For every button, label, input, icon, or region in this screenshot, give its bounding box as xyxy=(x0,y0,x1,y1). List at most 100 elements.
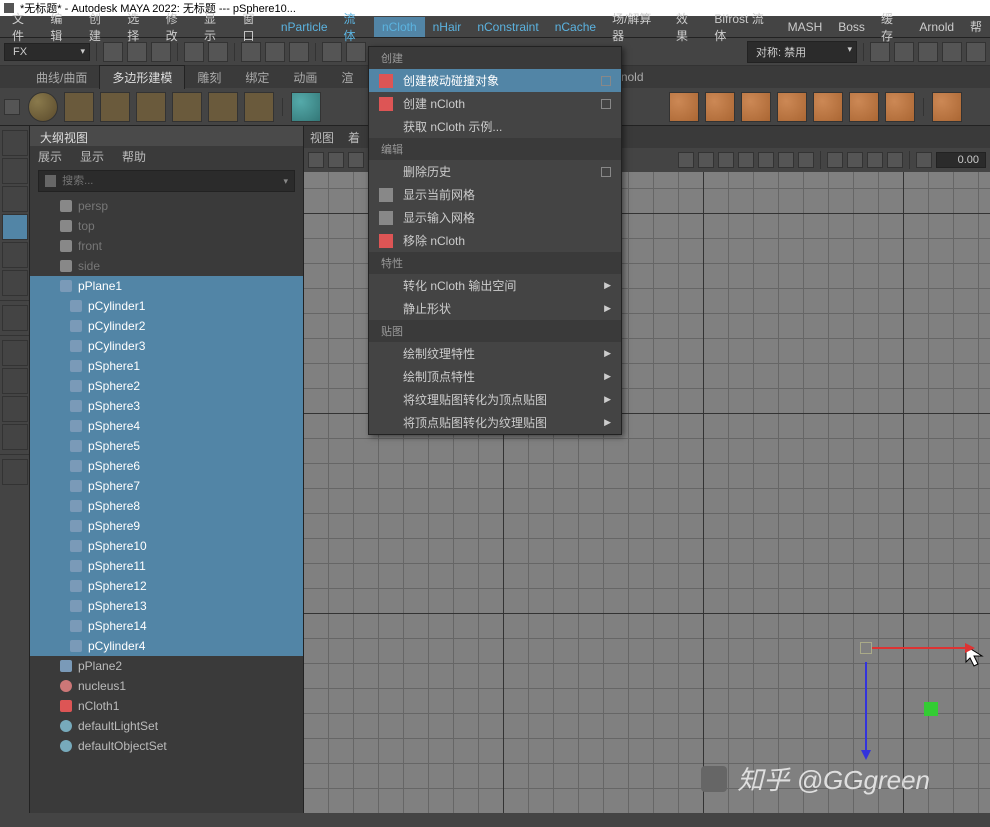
shelf-tab-1[interactable]: 多边形建模 xyxy=(99,65,185,89)
menu-选择[interactable]: 选择 xyxy=(119,7,157,47)
hypershade-icon[interactable] xyxy=(942,42,962,62)
menu-Boss[interactable]: Boss xyxy=(830,17,873,37)
lights-icon[interactable] xyxy=(778,152,794,168)
workspace-dropdown[interactable]: FX xyxy=(4,43,90,61)
render-settings-icon[interactable] xyxy=(918,42,938,62)
option-box-icon[interactable] xyxy=(601,99,611,109)
gizmo-z-handle[interactable] xyxy=(924,702,938,716)
layout-four-icon[interactable] xyxy=(2,368,28,394)
snap-grid-icon[interactable] xyxy=(322,42,342,62)
open-scene-icon[interactable] xyxy=(127,42,147,62)
outliner-item-pPlane2[interactable]: pPlane2 xyxy=(30,656,303,676)
menu-item-创建 nCloth[interactable]: 创建 nCloth xyxy=(369,92,621,115)
menu-MASH[interactable]: MASH xyxy=(780,17,831,37)
outliner-item-persp[interactable]: persp xyxy=(30,196,303,216)
menu-编辑[interactable]: 编辑 xyxy=(42,7,80,47)
shelf-icon[interactable] xyxy=(705,92,735,122)
viewport-menu-视图[interactable]: 视图 xyxy=(310,129,334,146)
outliner-item-pCylinder2[interactable]: pCylinder2 xyxy=(30,316,303,336)
menu-item-转化 nCloth 输出空间[interactable]: 转化 nCloth 输出空间▶ xyxy=(369,274,621,297)
menu-帮[interactable]: 帮 xyxy=(962,15,990,38)
outliner-item-defaultLightSet[interactable]: defaultLightSet xyxy=(30,716,303,736)
menu-文件[interactable]: 文件 xyxy=(4,7,42,47)
textured-icon[interactable] xyxy=(758,152,774,168)
shelf-tab-2[interactable]: 雕刻 xyxy=(185,66,233,89)
poly-disc-icon[interactable] xyxy=(244,92,274,122)
outliner-item-top[interactable]: top xyxy=(30,216,303,236)
menu-创建[interactable]: 创建 xyxy=(81,7,119,47)
outliner-item-pSphere9[interactable]: pSphere9 xyxy=(30,516,303,536)
layout-single-icon[interactable] xyxy=(2,340,28,366)
shelf-icon[interactable] xyxy=(813,92,843,122)
save-scene-icon[interactable] xyxy=(151,42,171,62)
poly-cylinder-icon[interactable] xyxy=(100,92,130,122)
outliner-search-input[interactable] xyxy=(62,175,288,187)
select-tool[interactable] xyxy=(2,130,28,156)
outliner-search[interactable] xyxy=(38,170,295,192)
shelf-tab-5[interactable]: 渲 xyxy=(329,66,365,89)
shelf-tab-0[interactable]: 曲线/曲面 xyxy=(24,66,99,89)
image-plane-icon[interactable] xyxy=(348,152,364,168)
grid-icon[interactable] xyxy=(847,152,863,168)
outliner-item-defaultObjectSet[interactable]: defaultObjectSet xyxy=(30,736,303,756)
resolution-icon[interactable] xyxy=(887,152,903,168)
poly-sphere-icon[interactable] xyxy=(28,92,58,122)
outliner-item-pSphere2[interactable]: pSphere2 xyxy=(30,376,303,396)
outliner-item-pSphere3[interactable]: pSphere3 xyxy=(30,396,303,416)
lasso-tool[interactable] xyxy=(2,158,28,184)
shelf-icon[interactable] xyxy=(849,92,879,122)
shelf-tab-3[interactable]: 绑定 xyxy=(233,66,281,89)
outliner-item-pSphere14[interactable]: pSphere14 xyxy=(30,616,303,636)
option-box-icon[interactable] xyxy=(601,167,611,177)
rotate-tool[interactable] xyxy=(2,242,28,268)
viewport-menu-着[interactable]: 着 xyxy=(348,129,360,146)
film-gate-icon[interactable] xyxy=(867,152,883,168)
layout-icon[interactable] xyxy=(2,396,28,422)
outliner-item-pSphere8[interactable]: pSphere8 xyxy=(30,496,303,516)
outliner-item-pSphere5[interactable]: pSphere5 xyxy=(30,436,303,456)
menu-item-静止形状[interactable]: 静止形状▶ xyxy=(369,297,621,320)
outliner-item-side[interactable]: side xyxy=(30,256,303,276)
outliner-menu-展示[interactable]: 展示 xyxy=(38,148,62,165)
menu-item-显示当前网格[interactable]: 显示当前网格 xyxy=(369,183,621,206)
poly-cone-icon[interactable] xyxy=(136,92,166,122)
menu-nCloth[interactable]: nCloth xyxy=(374,17,425,37)
outliner-menu-显示[interactable]: 显示 xyxy=(80,148,104,165)
paint-tool[interactable] xyxy=(2,186,28,212)
exposure-icon[interactable] xyxy=(916,152,932,168)
outliner-toggle-icon[interactable] xyxy=(2,459,28,485)
move-tool[interactable] xyxy=(2,214,28,240)
platonic-icon[interactable] xyxy=(291,92,321,122)
outliner-item-pCylinder3[interactable]: pCylinder3 xyxy=(30,336,303,356)
menu-缓存[interactable]: 缓存 xyxy=(873,7,911,47)
menu-nParticle[interactable]: nParticle xyxy=(273,17,336,37)
poly-plane-icon[interactable] xyxy=(208,92,238,122)
exposure-value[interactable]: 0.00 xyxy=(936,152,986,168)
menu-item-绘制顶点特性[interactable]: 绘制顶点特性▶ xyxy=(369,365,621,388)
outliner-item-nCloth1[interactable]: nCloth1 xyxy=(30,696,303,716)
shaded-icon[interactable] xyxy=(738,152,754,168)
outliner-item-pCylinder4[interactable]: pCylinder4 xyxy=(30,636,303,656)
menu-Arnold[interactable]: Arnold xyxy=(911,17,962,37)
snap-curve-icon[interactable] xyxy=(346,42,366,62)
new-scene-icon[interactable] xyxy=(103,42,123,62)
outliner-item-front[interactable]: front xyxy=(30,236,303,256)
menu-效果[interactable]: 效果 xyxy=(668,7,706,47)
menu-item-删除历史[interactable]: 删除历史 xyxy=(369,160,621,183)
gizmo-origin[interactable] xyxy=(860,642,872,654)
paint-select-icon[interactable] xyxy=(289,42,309,62)
menu-item-移除 nCloth[interactable]: 移除 nCloth xyxy=(369,229,621,252)
isolate-icon[interactable] xyxy=(678,152,694,168)
menu-item-获取 nCloth 示例...[interactable]: 获取 nCloth 示例... xyxy=(369,115,621,138)
ipr-icon[interactable] xyxy=(894,42,914,62)
shelf-icon[interactable] xyxy=(777,92,807,122)
outliner-item-pSphere1[interactable]: pSphere1 xyxy=(30,356,303,376)
outliner-item-pCylinder1[interactable]: pCylinder1 xyxy=(30,296,303,316)
outliner-menu-帮助[interactable]: 帮助 xyxy=(122,148,146,165)
menu-item-将纹理贴图转化为顶点贴图[interactable]: 将纹理贴图转化为顶点贴图▶ xyxy=(369,388,621,411)
lasso-icon[interactable] xyxy=(265,42,285,62)
outliner-item-pSphere7[interactable]: pSphere7 xyxy=(30,476,303,496)
menu-修改[interactable]: 修改 xyxy=(158,7,196,47)
redo-icon[interactable] xyxy=(208,42,228,62)
undo-icon[interactable] xyxy=(184,42,204,62)
